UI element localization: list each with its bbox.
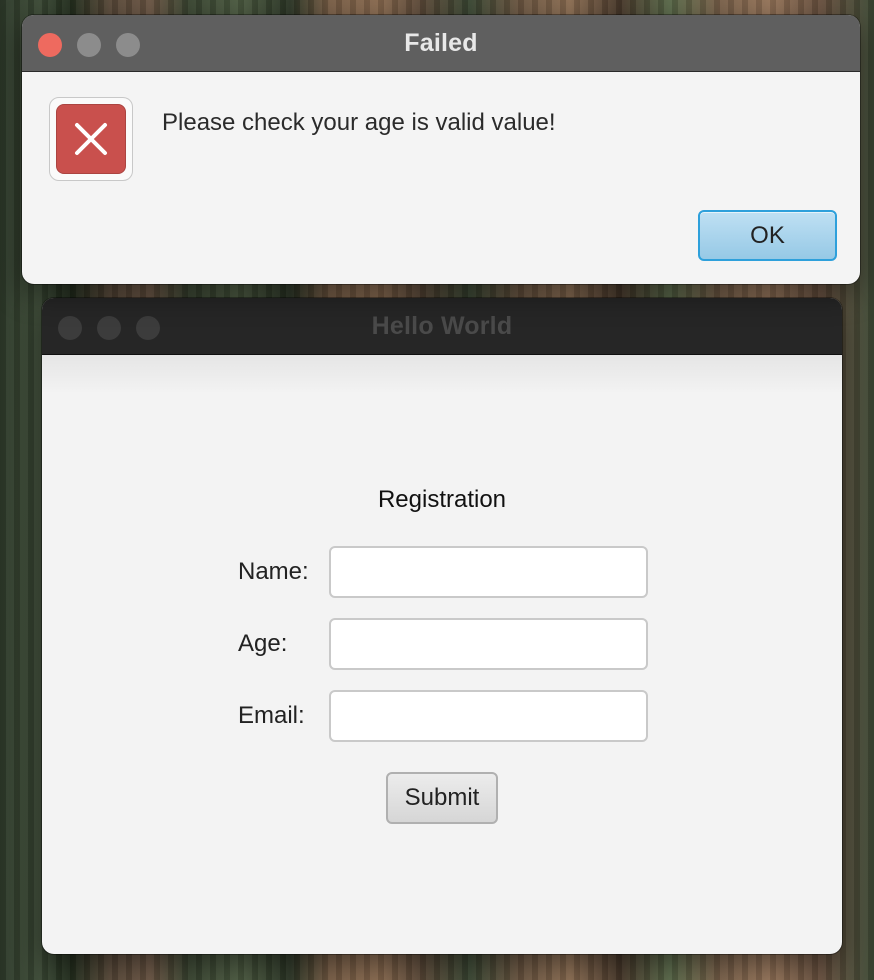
name-label: Name:: [238, 558, 309, 585]
failed-dialog: Failed Please check your age is valid va…: [22, 15, 860, 284]
age-label: Age:: [238, 630, 288, 657]
main-titlebar[interactable]: Hello World: [42, 298, 842, 355]
name-input[interactable]: [329, 546, 648, 598]
dialog-title: Failed: [404, 28, 478, 57]
minimize-window-button[interactable]: [97, 316, 121, 340]
close-window-button[interactable]: [38, 33, 62, 57]
ok-button[interactable]: OK: [698, 210, 837, 261]
dialog-titlebar[interactable]: Failed: [22, 15, 860, 72]
zoom-window-button[interactable]: [136, 316, 160, 340]
registration-heading: Registration: [377, 486, 507, 513]
hello-world-window: Hello World Registration Name: Age: Emai…: [42, 298, 842, 954]
dialog-window-controls: [38, 33, 140, 57]
zoom-window-button[interactable]: [116, 33, 140, 57]
error-x-icon: [56, 104, 126, 174]
error-message: Please check your age is valid value!: [162, 109, 556, 136]
minimize-window-button[interactable]: [77, 33, 101, 57]
age-input[interactable]: [329, 618, 648, 670]
main-window-controls: [58, 316, 160, 340]
error-icon-frame: [49, 97, 133, 181]
email-input[interactable]: [329, 690, 648, 742]
titlebar-shadow: [42, 354, 842, 394]
window-title: Hello World: [371, 311, 513, 340]
close-window-button[interactable]: [58, 316, 82, 340]
submit-button[interactable]: Submit: [386, 772, 498, 824]
email-label: Email:: [238, 702, 305, 729]
